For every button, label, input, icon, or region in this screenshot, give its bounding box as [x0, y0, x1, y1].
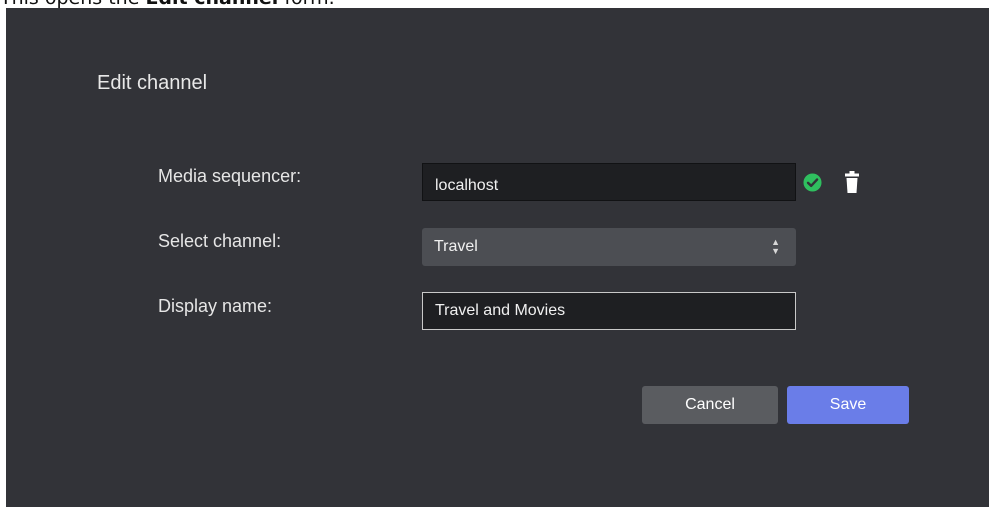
display-name-input[interactable]: [422, 292, 796, 330]
select-channel-label: Select channel:: [158, 231, 282, 251]
dialog-title: Edit channel: [97, 72, 208, 94]
channel-select[interactable]: Travel ▲ ▼: [422, 228, 796, 266]
caption-text-post: form.: [278, 0, 334, 8]
doc-caption: This opens the Edit channel form.: [0, 0, 995, 8]
save-button[interactable]: Save: [787, 386, 909, 424]
media-sequencer-label: Media sequencer:: [158, 166, 302, 186]
display-name-label: Display name:: [158, 296, 273, 316]
check-circle-icon: [803, 173, 822, 192]
edit-channel-dialog: Edit channel Media sequencer: Select cha…: [6, 8, 989, 507]
cancel-button[interactable]: Cancel: [642, 386, 778, 424]
caption-text-bold: Edit channel: [145, 0, 278, 8]
select-arrows-icon: ▲ ▼: [771, 237, 780, 256]
media-sequencer-input[interactable]: [422, 163, 796, 201]
caption-text-pre: This opens the: [0, 0, 145, 8]
channel-select-value: Travel: [434, 238, 478, 255]
trash-icon[interactable]: [845, 171, 859, 193]
